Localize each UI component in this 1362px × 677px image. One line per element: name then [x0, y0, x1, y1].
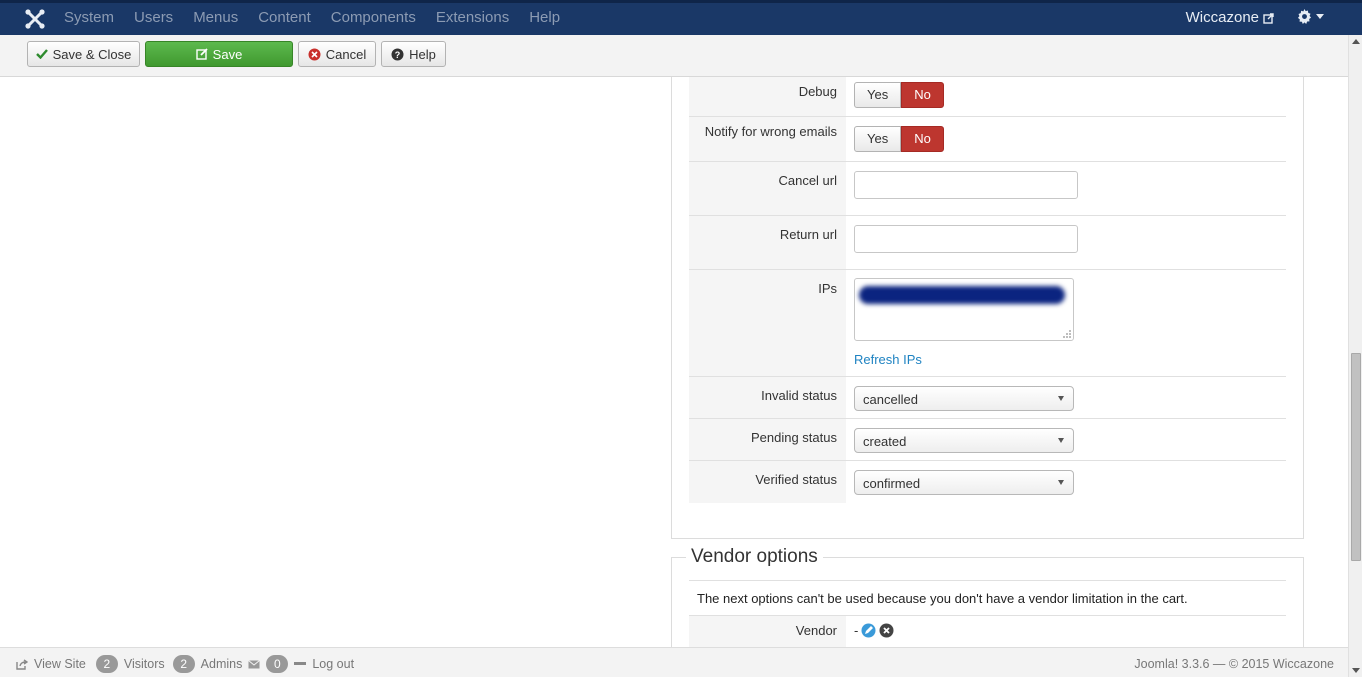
- invalid-status-select[interactable]: cancelled: [854, 386, 1074, 411]
- vendor-label: Vendor: [689, 616, 846, 647]
- edit-pencil-icon[interactable]: [861, 623, 876, 638]
- view-site-link[interactable]: View Site: [34, 657, 86, 671]
- invalid-status-value: cancelled: [863, 392, 918, 407]
- ips-textarea[interactable]: [854, 278, 1074, 341]
- top-navbar: System Users Menus Content Components Ex…: [0, 0, 1362, 35]
- main-content: Debug Yes No Notify for wrong emails Yes…: [0, 77, 1348, 647]
- debug-toggle: Yes No: [854, 82, 944, 108]
- gear-icon: [1297, 9, 1312, 24]
- vendor-value: -: [854, 623, 859, 638]
- main-menu: System Users Menus Content Components Ex…: [54, 9, 570, 27]
- site-name: Wiccazone: [1185, 9, 1259, 26]
- envelope-icon[interactable]: [248, 659, 261, 669]
- menu-extensions[interactable]: Extensions: [426, 9, 519, 27]
- ips-label: IPs: [689, 270, 846, 376]
- pending-status-value: created: [863, 434, 907, 449]
- return-url-input[interactable]: [854, 225, 1078, 253]
- menu-help[interactable]: Help: [519, 9, 570, 27]
- notify-no[interactable]: No: [901, 126, 944, 152]
- caret-down-icon: [1316, 14, 1324, 19]
- verified-status-label: Verified status: [689, 461, 846, 503]
- settings-dropdown[interactable]: [1297, 9, 1324, 24]
- logout-link[interactable]: Log out: [312, 657, 354, 671]
- notify-toggle: Yes No: [854, 126, 944, 152]
- refresh-ips-link[interactable]: Refresh IPs: [854, 352, 922, 367]
- debug-label: Debug: [689, 77, 846, 116]
- svg-text:?: ?: [395, 50, 401, 60]
- debug-yes[interactable]: Yes: [854, 82, 902, 108]
- toolbar: Save & Close Save Cancel ? Help: [0, 35, 1348, 77]
- cancel-button[interactable]: Cancel: [298, 41, 376, 67]
- scrollbar-thumb[interactable]: [1351, 353, 1361, 561]
- menu-content[interactable]: Content: [248, 9, 321, 27]
- edit-icon: [195, 48, 208, 60]
- cancel-url-row: Cancel url: [689, 162, 1286, 216]
- menu-users[interactable]: Users: [124, 9, 183, 27]
- pending-status-select[interactable]: created: [854, 428, 1074, 453]
- remove-circle-icon[interactable]: [879, 623, 894, 638]
- notify-yes[interactable]: Yes: [854, 126, 902, 152]
- cancel-label: Cancel: [325, 46, 367, 62]
- scroll-up-icon[interactable]: [1352, 39, 1360, 44]
- vendor-legend: Vendor options: [686, 546, 823, 568]
- debug-no[interactable]: No: [901, 82, 944, 108]
- menu-system[interactable]: System: [54, 9, 124, 27]
- vertical-scrollbar[interactable]: [1348, 35, 1362, 677]
- vendor-row: Vendor -: [689, 616, 1286, 647]
- cancel-circle-icon: [308, 48, 321, 60]
- help-button[interactable]: ? Help: [381, 41, 446, 67]
- scroll-down-icon[interactable]: [1352, 668, 1360, 673]
- visitors-count-badge: 2: [95, 655, 118, 673]
- vendor-note: The next options can't be used because y…: [689, 580, 1286, 616]
- select-arrow-icon: [1058, 396, 1064, 401]
- redacted-ips: [859, 286, 1065, 304]
- debug-row: Debug Yes No: [689, 77, 1286, 117]
- select-arrow-icon: [1058, 438, 1064, 443]
- site-link[interactable]: Wiccazone: [1186, 9, 1274, 27]
- pending-status-row: Pending status created: [689, 419, 1286, 461]
- menu-components[interactable]: Components: [321, 9, 426, 27]
- admins-label: Admins: [200, 657, 243, 671]
- cancel-url-label: Cancel url: [689, 162, 846, 215]
- messages-count-badge: 0: [266, 655, 289, 673]
- share-icon: [16, 658, 28, 670]
- resize-grip-icon[interactable]: [1062, 329, 1072, 339]
- save-close-button[interactable]: Save & Close: [27, 41, 140, 67]
- footer-copyright: Joomla! 3.3.6 — © 2015 Wiccazone: [1134, 657, 1334, 671]
- invalid-status-label: Invalid status: [689, 377, 846, 418]
- question-circle-icon: ?: [391, 48, 404, 60]
- menu-menus[interactable]: Menus: [183, 9, 248, 27]
- save-button[interactable]: Save: [145, 41, 293, 67]
- pending-status-label: Pending status: [689, 419, 846, 460]
- save-label: Save: [212, 46, 243, 62]
- ips-row: IPs Refresh IPs: [689, 270, 1286, 377]
- cancel-url-input[interactable]: [854, 171, 1078, 199]
- return-url-row: Return url: [689, 216, 1286, 270]
- minus-icon: [294, 662, 307, 665]
- return-url-label: Return url: [689, 216, 846, 269]
- help-label: Help: [409, 46, 436, 62]
- joomla-logo-icon[interactable]: [24, 8, 46, 30]
- check-icon: [35, 49, 48, 59]
- notify-label: Notify for wrong emails: [689, 117, 846, 161]
- verified-status-row: Verified status confirmed: [689, 461, 1286, 503]
- invalid-status-row: Invalid status cancelled: [689, 377, 1286, 419]
- verified-status-select[interactable]: confirmed: [854, 470, 1074, 495]
- verified-status-value: confirmed: [863, 476, 921, 491]
- admins-count-badge: 2: [172, 655, 195, 673]
- status-bar: View Site 2 Visitors 2 Admins 0 Log out …: [0, 647, 1348, 677]
- select-arrow-icon: [1058, 480, 1064, 485]
- save-close-label: Save & Close: [52, 46, 132, 62]
- notify-row: Notify for wrong emails Yes No: [689, 117, 1286, 162]
- external-link-icon: [1263, 12, 1274, 24]
- visitors-label: Visitors: [123, 657, 165, 671]
